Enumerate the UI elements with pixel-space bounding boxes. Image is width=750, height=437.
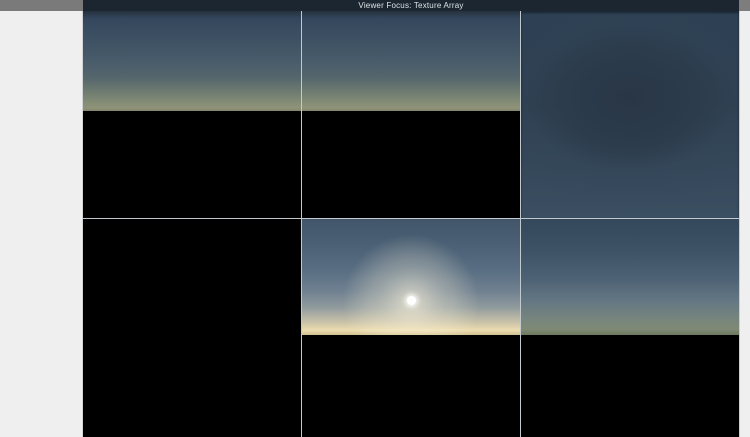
- viewer-title: Viewer Focus: Texture Array: [358, 1, 464, 10]
- left-tool-panel: [0, 11, 83, 437]
- texture-slice-3[interactable]: [83, 219, 301, 437]
- sun-dot: [407, 296, 416, 305]
- right-panel-strip: [739, 11, 750, 437]
- texture-slice-image-2: [521, 11, 739, 218]
- texture-slice-image-4: [302, 219, 520, 335]
- texture-slice-0[interactable]: [83, 11, 301, 218]
- texture-slice-4[interactable]: [302, 219, 520, 437]
- texture-slice-image-0: [83, 11, 301, 111]
- texture-slice-5[interactable]: [521, 219, 739, 437]
- viewer-title-bar: Viewer Focus: Texture Array: [83, 0, 739, 11]
- texture-array-grid: [83, 11, 739, 437]
- texture-slice-image-1: [302, 11, 520, 111]
- texture-slice-1[interactable]: [302, 11, 520, 218]
- texture-slice-image-5: [521, 219, 739, 335]
- texture-slice-image-3: [83, 219, 301, 437]
- top-right-gray-bar: [739, 0, 750, 11]
- sun-glow: [302, 219, 520, 335]
- texture-slice-2[interactable]: [521, 11, 739, 218]
- top-left-gray-bar: [0, 0, 83, 11]
